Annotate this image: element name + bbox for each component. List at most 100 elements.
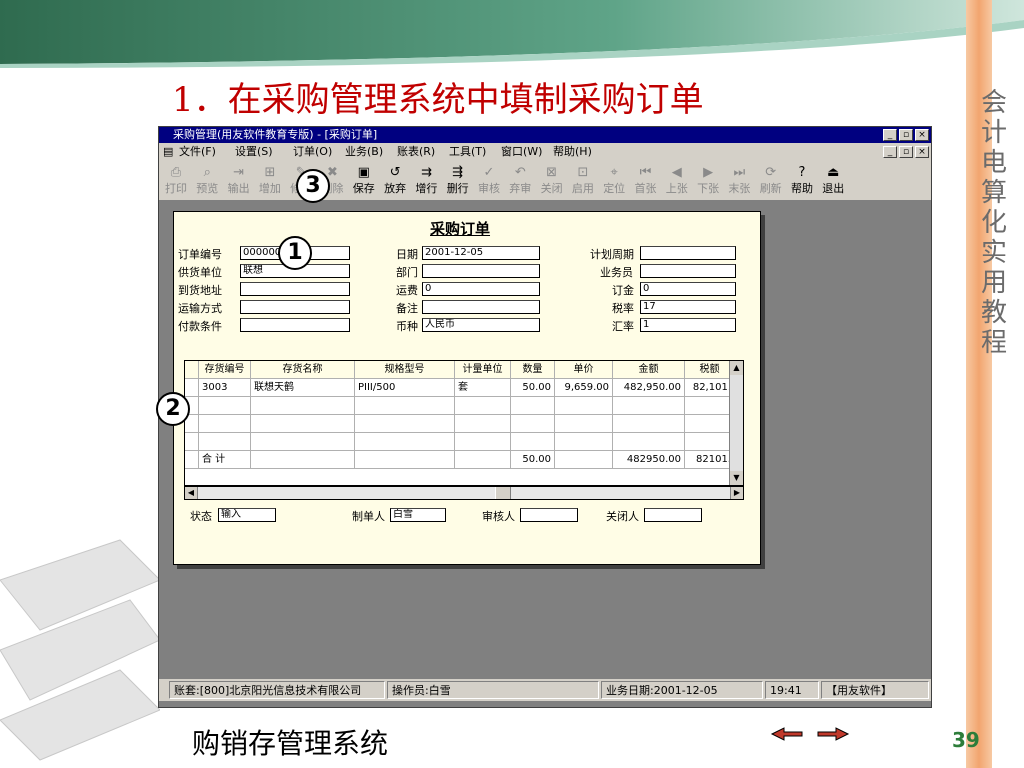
scroll-left-icon[interactable]: ◀ — [185, 487, 198, 499]
toolbar-button-exit[interactable]: ⏏ 退出 — [818, 164, 848, 198]
grid-cell[interactable] — [199, 433, 251, 451]
freight-field[interactable]: 0 — [422, 282, 540, 296]
horizontal-scrollbar[interactable]: ◀ ▶ — [184, 486, 744, 500]
grid-cell[interactable] — [613, 397, 685, 415]
doc-minimize-button[interactable]: _ — [883, 146, 897, 158]
scroll-up-icon[interactable]: ▲ — [730, 361, 743, 375]
toolbar-button-help[interactable]: ? 帮助 — [787, 164, 817, 198]
grid-row-header[interactable] — [185, 379, 199, 397]
toolbar-button-prev[interactable]: ◀ 上张 — [662, 164, 692, 198]
grid-cell[interactable] — [251, 415, 355, 433]
toolbar-button-close-doc[interactable]: ⊠ 关闭 — [537, 164, 567, 198]
close-button[interactable]: × — [915, 129, 929, 141]
grid-cell[interactable] — [251, 433, 355, 451]
grid-header-cell[interactable]: 规格型号 — [355, 361, 455, 379]
grid-cell[interactable] — [251, 397, 355, 415]
toolbar-button-unapprove[interactable]: ↶ 弃审 — [505, 164, 535, 198]
date-field[interactable]: 2001-12-05 — [422, 246, 540, 260]
grid-cell[interactable]: 82,101. — [685, 379, 735, 397]
menu-settings[interactable]: 设置(S) — [235, 143, 273, 161]
menu-file[interactable]: 文件(F) — [179, 143, 216, 161]
grid-header-cell[interactable]: 存货名称 — [251, 361, 355, 379]
maximize-button[interactable]: ▫ — [899, 129, 913, 141]
toolbar-button-refresh[interactable]: ⟳ 刷新 — [756, 164, 786, 198]
grid-cell[interactable]: 50.00 — [511, 379, 555, 397]
grid-cell[interactable] — [555, 433, 613, 451]
grid-cell[interactable]: PIII/500 — [355, 379, 455, 397]
toolbar-button-printer[interactable]: ⎙ 打印 — [161, 164, 191, 198]
prev-page-hand-icon[interactable] — [770, 724, 806, 744]
grid-cell[interactable]: 3003 — [199, 379, 251, 397]
grid-cell[interactable] — [355, 433, 455, 451]
grid-cell[interactable] — [613, 415, 685, 433]
delivery-address-field[interactable] — [240, 282, 350, 296]
toolbar-label: 启用 — [571, 182, 594, 195]
scroll-right-icon[interactable]: ▶ — [730, 487, 743, 499]
grid-cell[interactable] — [511, 397, 555, 415]
minimize-button[interactable]: _ — [883, 129, 897, 141]
transport-method-field[interactable] — [240, 300, 350, 314]
grid-cell[interactable] — [455, 397, 511, 415]
doc-maximize-button[interactable]: ▫ — [899, 146, 913, 158]
menu-help[interactable]: 帮助(H) — [553, 143, 592, 161]
toolbar-button-save[interactable]: ▣ 保存 — [349, 164, 379, 198]
grid-cell[interactable] — [511, 415, 555, 433]
menu-tools[interactable]: 工具(T) — [449, 143, 486, 161]
menu-order[interactable]: 订单(O) — [293, 143, 332, 161]
grid-cell[interactable] — [555, 397, 613, 415]
deposit-field[interactable]: 0 — [640, 282, 736, 296]
grid-cell[interactable] — [511, 433, 555, 451]
grid-cell[interactable] — [455, 433, 511, 451]
toolbar-button-first[interactable]: ⏮ 首张 — [631, 164, 661, 198]
grid-cell[interactable] — [455, 415, 511, 433]
grid-cell[interactable] — [685, 433, 735, 451]
toolbar-button-enable[interactable]: ⊡ 启用 — [568, 164, 598, 198]
toolbar-button-locate[interactable]: ⌖ 定位 — [599, 164, 629, 198]
toolbar-button-preview[interactable]: ⌕ 预览 — [192, 164, 222, 198]
grid-cell[interactable] — [199, 415, 251, 433]
department-field[interactable] — [422, 264, 540, 278]
toolbar-button-delete-row[interactable]: ⇶ 删行 — [443, 164, 473, 198]
grid-cell[interactable]: 9,659.00 — [555, 379, 613, 397]
menu-business[interactable]: 业务(B) — [345, 143, 383, 161]
grid-cell[interactable]: 482,950.00 — [613, 379, 685, 397]
grid-header-cell[interactable]: 数量 — [511, 361, 555, 379]
menu-reports[interactable]: 账表(R) — [397, 143, 435, 161]
toolbar-button-discard[interactable]: ↺ 放弃 — [380, 164, 410, 198]
currency-field[interactable]: 人民币 — [422, 318, 540, 332]
toolbar-button-export[interactable]: ⇥ 输出 — [224, 164, 254, 198]
toolbar-button-add[interactable]: ⊞ 增加 — [255, 164, 285, 198]
toolbar-button-add-row[interactable]: ⇉ 增行 — [411, 164, 441, 198]
grid-row-header[interactable] — [185, 433, 199, 451]
grid-header-cell[interactable]: 税额 — [685, 361, 735, 379]
grid-header-cell[interactable]: 金额 — [613, 361, 685, 379]
grid-cell[interactable] — [199, 397, 251, 415]
tax-rate-field[interactable]: 17 — [640, 300, 736, 314]
grid-cell[interactable] — [355, 397, 455, 415]
item-grid[interactable]: 存货编号 存货名称 规格型号 计量单位 数量 单价 金额 税额 3003 联想天鹤 PIII/500… — [184, 360, 744, 486]
doc-close-button[interactable]: × — [915, 146, 929, 158]
remarks-field[interactable] — [422, 300, 540, 314]
grid-cell[interactable] — [355, 415, 455, 433]
menu-window[interactable]: 窗口(W) — [501, 143, 542, 161]
grid-header-cell[interactable]: 单价 — [555, 361, 613, 379]
grid-header-cell[interactable]: 存货编号 — [199, 361, 251, 379]
grid-cell[interactable] — [685, 415, 735, 433]
toolbar-button-last[interactable]: ⏭ 末张 — [724, 164, 754, 198]
vertical-scrollbar[interactable]: ▲ ▼ — [729, 361, 743, 485]
grid-header-cell[interactable]: 计量单位 — [455, 361, 511, 379]
scroll-thumb[interactable] — [495, 487, 511, 499]
salesperson-field[interactable] — [640, 264, 736, 278]
grid-cell[interactable] — [685, 397, 735, 415]
plan-period-field[interactable] — [640, 246, 736, 260]
scroll-down-icon[interactable]: ▼ — [730, 471, 743, 485]
toolbar-button-approve[interactable]: ✓ 审核 — [474, 164, 504, 198]
toolbar-button-next[interactable]: ▶ 下张 — [693, 164, 723, 198]
grid-cell[interactable] — [555, 415, 613, 433]
grid-cell[interactable] — [613, 433, 685, 451]
next-page-hand-icon[interactable] — [814, 724, 850, 744]
grid-cell[interactable]: 套 — [455, 379, 511, 397]
payment-terms-field[interactable] — [240, 318, 350, 332]
grid-cell[interactable]: 联想天鹤 — [251, 379, 355, 397]
exchange-rate-field[interactable]: 1 — [640, 318, 736, 332]
